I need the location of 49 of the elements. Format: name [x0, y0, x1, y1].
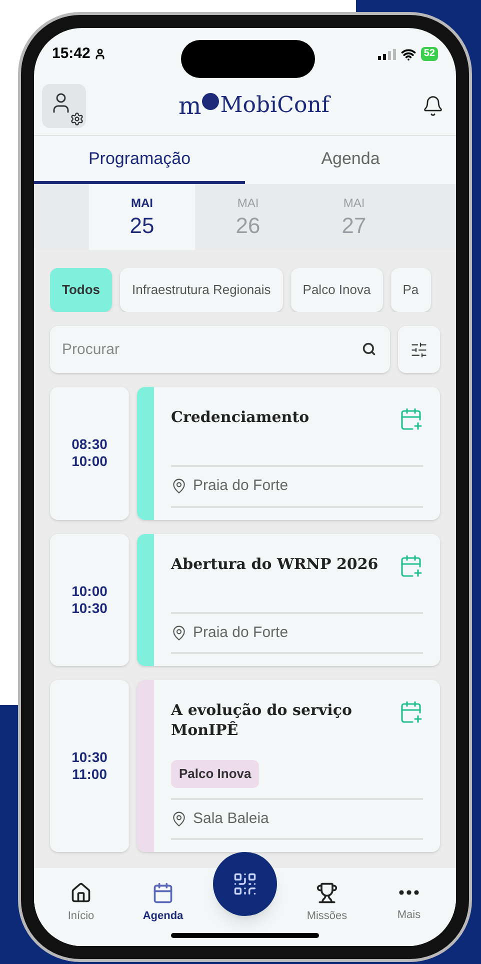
event-card[interactable]: Abertura do WRNP 2026 Praia do Forte — [137, 534, 440, 666]
qr-code-icon — [232, 871, 258, 897]
filter-chip[interactable]: Infraestrutura Regionais — [120, 268, 283, 312]
battery-indicator: 52 — [420, 47, 438, 61]
event-location: Praia do Forte — [193, 622, 288, 642]
search-field[interactable]: Procurar — [50, 326, 390, 373]
nav-item[interactable]: Mais — [368, 882, 450, 924]
person-icon — [94, 48, 106, 60]
event-end-time: 11:00 — [72, 766, 108, 783]
event-card[interactable]: Credenciamento Praia do Forte — [137, 387, 440, 520]
nav-item[interactable]: Início — [40, 882, 122, 924]
event-start-time: 10:30 — [72, 749, 108, 766]
trophy-icon — [316, 882, 338, 904]
gear-icon — [70, 112, 84, 126]
filter-chip[interactable]: Pa — [390, 268, 431, 312]
profile-settings-button[interactable] — [42, 84, 86, 128]
nav-item[interactable]: Agenda — [122, 882, 204, 924]
event-location: Sala Baleia — [193, 808, 269, 828]
event-end-time: 10:30 — [72, 600, 108, 617]
tab[interactable]: Agenda — [245, 136, 456, 184]
event-end-time: 10:00 — [72, 453, 108, 470]
location-pin-icon — [171, 478, 187, 494]
more-icon — [399, 890, 419, 895]
event-title: Credenciamento — [171, 407, 310, 427]
bulb-logo-icon — [202, 93, 220, 110]
event-tag: Palco Inova — [171, 760, 260, 788]
logo-text: MobiConf — [220, 94, 330, 116]
sliders-icon — [410, 340, 428, 358]
nav-item[interactable]: Missões — [286, 882, 368, 924]
signal-icon — [378, 48, 396, 60]
notification-bell-icon[interactable] — [422, 94, 444, 116]
filter-chip[interactable]: Palco Inova — [290, 268, 383, 312]
search-icon — [362, 342, 376, 356]
date-tab[interactable]: MAI 25 — [89, 184, 195, 250]
location-pin-icon — [171, 624, 187, 641]
event-title: Abertura do WRNP 2026 — [171, 554, 380, 574]
location-pin-icon — [171, 810, 187, 827]
filter-settings-button[interactable] — [398, 326, 440, 373]
event-start-time: 10:00 — [72, 582, 108, 600]
event-card[interactable]: A evolução do serviço MonIPÊ Palco Inova Sala Baleia — [137, 680, 440, 852]
event-start-time: 08:30 — [72, 436, 108, 454]
event-location: Praia do Forte — [193, 476, 288, 496]
status-time: 15:42 — [52, 44, 90, 64]
wifi-icon — [400, 46, 416, 62]
event-title: A evolução do serviço MonIPÊ — [171, 700, 353, 740]
logo-text: m — [178, 94, 202, 118]
home-icon — [70, 882, 92, 904]
filter-chip[interactable]: Todos — [50, 268, 112, 312]
calendar-icon — [152, 882, 174, 904]
